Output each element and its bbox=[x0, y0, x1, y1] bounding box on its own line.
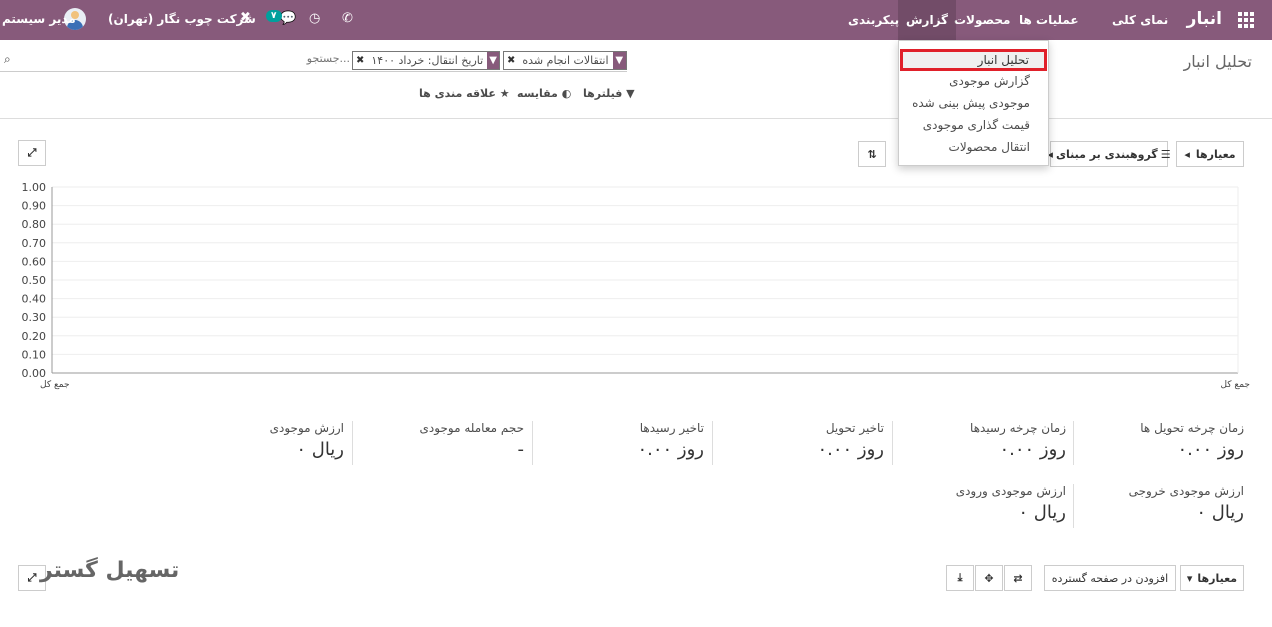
message-count-badge: ۷ bbox=[266, 10, 282, 22]
favorites-toggle[interactable]: علاقه مندی ها ★ bbox=[419, 87, 510, 100]
filter-icon: ▼ bbox=[612, 52, 626, 69]
kpi-divider bbox=[712, 421, 713, 465]
dropdown-item-stock-analysis[interactable]: تحلیل انبار bbox=[900, 49, 1047, 71]
filters-toggle[interactable]: فیلترها ▼ bbox=[583, 87, 635, 100]
kpi-divider bbox=[532, 421, 533, 465]
kpi-receipt-delay: تاخیر رسیدها ۰.۰۰ روز bbox=[637, 421, 704, 460]
dropdown-item-forecast[interactable]: موجودی پیش بینی شده bbox=[899, 92, 1048, 114]
reporting-dropdown: تحلیل انبار گزارش موجودی موجودی پیش بینی… bbox=[898, 40, 1049, 166]
filter-icon: ▼ bbox=[487, 52, 499, 69]
watermark-logo: تسهیل گستر bbox=[40, 558, 180, 583]
kpi-delivery-delay: تاخیر تحویل ۰.۰۰ روز bbox=[817, 421, 884, 460]
y-tick-label: 1.00 bbox=[22, 181, 47, 194]
group-by-button[interactable]: ◂ گروهبندی بر مبنای ☰ bbox=[1047, 141, 1171, 167]
measures-button[interactable]: ◂ معیارها bbox=[1176, 141, 1244, 167]
apps-menu-icon[interactable] bbox=[1238, 12, 1254, 28]
kpi-stock-value: ارزش موجودی ۰ ریال bbox=[269, 421, 344, 460]
y-tick-label: 0.30 bbox=[22, 311, 47, 324]
kpi-divider bbox=[1073, 421, 1074, 465]
search-facet-done: ✖ انتقالات انجام شده ▼ bbox=[503, 51, 627, 70]
app-brand[interactable]: انبار bbox=[1187, 9, 1222, 29]
search-input[interactable] bbox=[20, 52, 350, 65]
user-menu[interactable]: مدیر سیستم bbox=[2, 12, 76, 26]
top-navbar: انبار نمای کلی عملیات ها محصولات گزارش پ… bbox=[0, 0, 1272, 40]
close-icon[interactable]: ✖ bbox=[504, 55, 518, 66]
half-circle-icon: ◐ bbox=[561, 87, 572, 100]
chat-icon[interactable]: 💬 bbox=[280, 11, 296, 26]
filter-icon: ▼ bbox=[626, 87, 635, 100]
y-tick-label: 0.20 bbox=[22, 330, 47, 343]
kpi-divider bbox=[352, 421, 353, 465]
download-icon[interactable]: ⤓ bbox=[946, 565, 974, 591]
compare-toggle[interactable]: مقایسه ◐ bbox=[517, 87, 571, 100]
kpi-turnover: حجم معامله موجودی - bbox=[419, 421, 524, 460]
y-tick-label: 0.10 bbox=[22, 348, 47, 361]
list-icon: ☰ bbox=[1160, 147, 1171, 161]
search-facet-date: ✖ تاریخ انتقال: خرداد ۱۴۰۰ ▼ bbox=[352, 51, 500, 70]
kpi-divider bbox=[1073, 484, 1074, 528]
dropdown-item-valuation[interactable]: قیمت گذاری موجودی bbox=[899, 114, 1048, 136]
search-icon[interactable]: ⌕ bbox=[4, 52, 11, 67]
clock-icon[interactable]: ◷ bbox=[309, 11, 320, 26]
page-title: تحلیل انبار bbox=[1183, 52, 1252, 71]
control-panel-divider bbox=[0, 118, 1272, 119]
y-tick-label: 0.40 bbox=[22, 293, 47, 306]
dropdown-item-moves[interactable]: انتقال محصولات bbox=[899, 136, 1048, 158]
add-to-spreadsheet-button[interactable]: افزودن در صفحه گسترده bbox=[1044, 565, 1176, 591]
star-icon: ★ bbox=[499, 87, 510, 100]
company-switcher[interactable]: شرکت چوب نگار (تهران) bbox=[108, 12, 256, 26]
kpi-outgoing-value: ارزش موجودی خروجی ۰ ریال bbox=[1128, 484, 1244, 523]
sort-icon[interactable]: ⇅ bbox=[858, 141, 886, 167]
search-bar: ⌕ ✖ تاریخ انتقال: خرداد ۱۴۰۰ ▼ ✖ انتقالا… bbox=[0, 50, 627, 72]
kpi-incoming-value: ارزش موجودی ورودی ۰ ریال bbox=[955, 484, 1066, 523]
line-chart: 1.00 0.90 0.80 0.70 0.60 0.50 0.40 0.30 0.20 0.10… bbox=[22, 181, 1251, 390]
y-tick-label: 0.80 bbox=[22, 218, 47, 231]
menu-overview[interactable]: نمای کلی bbox=[1104, 0, 1176, 40]
close-icon[interactable]: ✖ bbox=[353, 55, 367, 66]
y-tick-label: 0.70 bbox=[22, 237, 47, 250]
menu-configuration[interactable]: پیکربندی bbox=[840, 0, 907, 40]
menu-operations[interactable]: عملیات ها bbox=[1011, 0, 1087, 40]
bottom-measures-button[interactable]: ▾ معیارها bbox=[1180, 565, 1244, 591]
y-tick-label: 0.00 bbox=[22, 367, 47, 380]
y-tick-label: 0.60 bbox=[22, 255, 47, 268]
caret-left-icon: ◂ bbox=[1184, 147, 1190, 161]
x-tick-label: جمع کل bbox=[1220, 380, 1250, 390]
kpi-receipt-cycle: زمان چرخه رسیدها ۰.۰۰ روز bbox=[970, 421, 1066, 460]
y-tick-label: 0.50 bbox=[22, 274, 47, 287]
phone-icon[interactable]: ✆ bbox=[342, 11, 353, 26]
menu-products[interactable]: محصولات bbox=[946, 0, 1018, 40]
swap-icon[interactable]: ⇄ bbox=[1004, 565, 1032, 591]
dropdown-item-stock-report[interactable]: گزارش موجودی bbox=[899, 70, 1048, 92]
kpi-delivery-cycle: زمان چرخه تحویل ها ۰.۰۰ روز bbox=[1140, 421, 1244, 460]
expand-icon[interactable]: ⤢ bbox=[18, 140, 46, 166]
kpi-divider bbox=[892, 421, 893, 465]
y-tick-label: 0.90 bbox=[22, 200, 47, 213]
x-tick-label: جمع کل bbox=[40, 380, 70, 390]
caret-down-icon: ▾ bbox=[1186, 571, 1193, 585]
move-icon[interactable]: ✥ bbox=[975, 565, 1003, 591]
